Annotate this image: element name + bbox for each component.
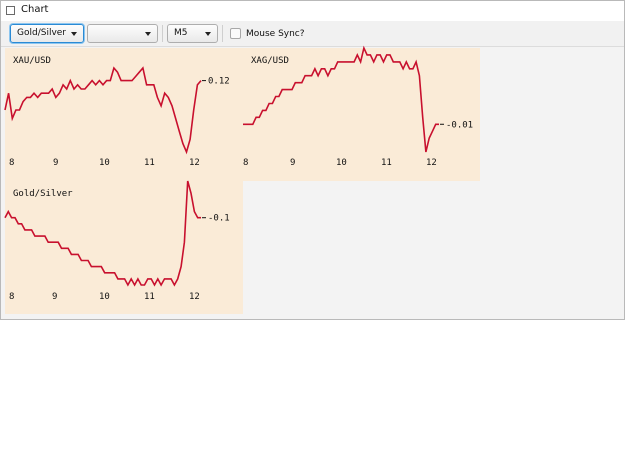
xagusd-line-chart: -0.01 8 9 10 11 12 [243,45,473,168]
series-line [4,66,202,155]
x-tick-label: 10 [99,158,110,168]
x-tick-label: 11 [144,292,155,302]
mouse-sync-label: Mouse Sync? [246,29,305,39]
symbol-combo-value: Gold/Silver [17,28,67,38]
x-tick-label: 9 [53,158,58,168]
x-tick-label: 11 [381,158,392,168]
last-value-label: -0.1 [208,214,230,224]
chart-panel-gold-silver: Gold/Silver -0.1 8 9 10 11 12 [4,180,243,314]
x-tick-label: 12 [189,292,200,302]
chevron-down-icon [145,32,151,36]
last-value-label: -0.01 [446,120,473,130]
window-icon [6,6,15,15]
symbol-combo[interactable]: Gold/Silver [10,24,84,43]
x-tick-label: 12 [426,158,437,168]
x-tick-label: 8 [9,292,14,302]
second-symbol-combo[interactable] [87,24,158,43]
x-tick-label: 9 [52,292,57,302]
x-tick-label: 10 [336,158,347,168]
chevron-down-icon [205,32,211,36]
chart-window: Chart Gold/Silver M5 Mouse Sync? XAU/USD… [0,0,625,320]
gold-silver-line-chart: -0.1 8 9 10 11 12 [4,180,230,302]
title-bar: Chart [1,1,624,21]
x-tick-label: 9 [290,158,295,168]
x-tick-label: 8 [9,158,14,168]
last-value-label: 0.12 [208,77,230,87]
toolbar-separator [162,25,163,42]
timeframe-combo-value: M5 [174,28,188,38]
series-line [243,45,439,153]
xauusd-line-chart: 0.12 8 9 10 11 12 [4,66,230,168]
chart-panel-xauusd: XAU/USD 0.12 8 9 10 11 12 [4,48,243,181]
chart-panel-xagusd: XAG/USD -0.01 8 9 10 11 12 [243,45,480,181]
x-tick-label: 10 [99,292,110,302]
mouse-sync-checkbox[interactable] [230,28,241,39]
x-tick-label: 11 [144,158,155,168]
timeframe-combo[interactable]: M5 [167,24,218,43]
toolbar: Gold/Silver M5 [1,21,624,47]
x-tick-label: 8 [243,158,248,168]
x-tick-label: 12 [189,158,200,168]
series-line [4,180,201,287]
toolbar-separator [222,25,223,42]
chevron-down-icon [71,32,77,36]
window-title: Chart [21,4,49,15]
